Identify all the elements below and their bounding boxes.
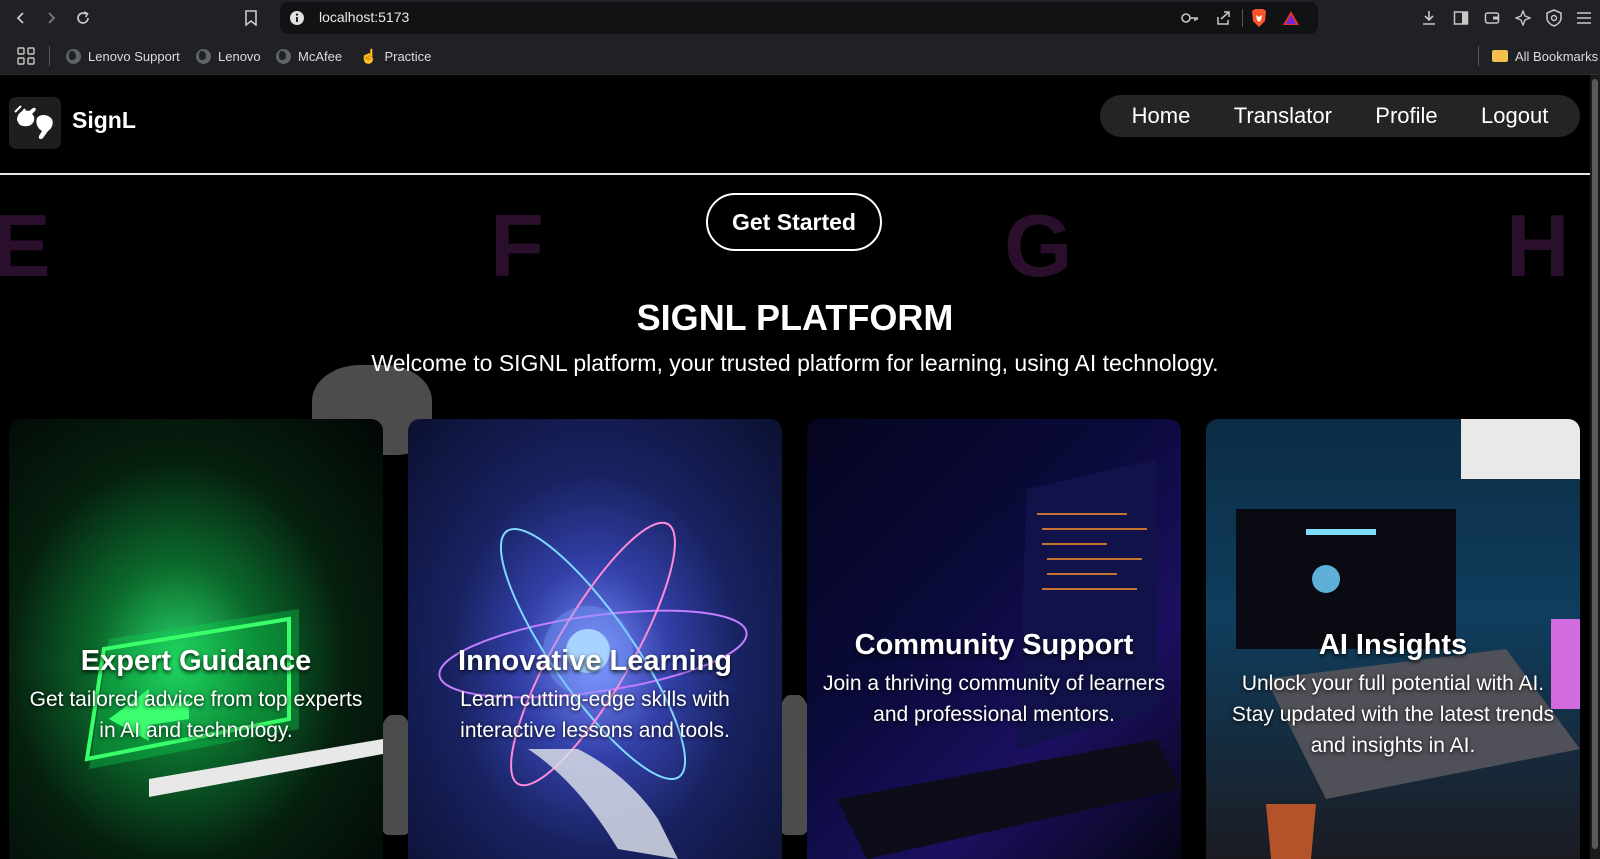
card-title: Expert Guidance [80, 645, 312, 677]
bg-letter: G [1004, 196, 1073, 295]
page-content: E F G H SignL Home Translator Profile Lo… [0, 75, 1590, 859]
nav-translator[interactable]: Translator [1226, 103, 1340, 129]
address-bar[interactable]: localhost:5173 [280, 2, 1318, 34]
globe-icon [196, 48, 211, 64]
card-title: AI Insights [1318, 629, 1468, 661]
get-started-button[interactable]: Get Started [706, 193, 882, 251]
card-title: Community Support [854, 629, 1134, 661]
brand-name[interactable]: SignL [72, 107, 136, 134]
wallet-icon[interactable] [1483, 9, 1501, 27]
key-icon[interactable] [1180, 9, 1200, 27]
globe-icon [276, 48, 291, 64]
nav-home[interactable]: Home [1124, 103, 1199, 129]
bookmark-practice[interactable]: ☝ Practice [360, 45, 431, 67]
bookmark-label: Lenovo Support [88, 48, 180, 64]
card-body: AI Insights Unlock your full potential w… [1206, 629, 1580, 761]
divider [1242, 9, 1243, 27]
vpn-icon[interactable] [1545, 9, 1563, 27]
page-title: SIGNL PLATFORM [636, 297, 954, 338]
all-bookmarks-label: All Bookmarks [1515, 48, 1599, 64]
share-icon[interactable] [1213, 9, 1233, 27]
bookmarks-bar: Lenovo Support Lenovo McAfee ☝ Practice … [0, 37, 1600, 75]
card-title: Innovative Learning [458, 645, 732, 677]
bookmark-label: McAfee [298, 48, 343, 64]
bookmark-mcafee[interactable]: McAfee [276, 45, 342, 67]
bookmark-label: Practice [384, 48, 432, 64]
url-text[interactable]: localhost:5173 [319, 9, 409, 25]
nav-profile[interactable]: Profile [1367, 103, 1445, 129]
bg-letter: H [1506, 196, 1570, 295]
extensions-icon[interactable] [1514, 9, 1532, 27]
info-icon[interactable] [289, 10, 305, 26]
apps-grid-icon[interactable] [16, 46, 36, 66]
bookmark-lenovo-support[interactable]: Lenovo Support [66, 45, 180, 67]
browser-toolbar: localhost:5173 [0, 0, 1600, 37]
bookmark-icon[interactable] [240, 7, 262, 29]
bg-letter: E [0, 196, 51, 295]
main-nav: Home Translator Profile Logout [1100, 95, 1580, 137]
card-body: Expert Guidance Get tailored advice from… [9, 645, 383, 746]
feature-card-expert-guidance[interactable]: Expert Guidance Get tailored advice from… [9, 419, 383, 859]
bg-letter: F [490, 196, 544, 295]
page-scrollbar[interactable] [1590, 75, 1600, 859]
atom-image [438, 521, 748, 859]
reload-icon[interactable] [72, 7, 94, 29]
logo[interactable] [9, 97, 61, 149]
bookmark-lenovo[interactable]: Lenovo [196, 45, 261, 67]
exit-sign-image [84, 609, 383, 797]
divider [1478, 46, 1479, 66]
divider [49, 46, 50, 66]
forward-icon[interactable] [40, 7, 62, 29]
bookmark-label: Lenovo [218, 48, 261, 64]
card-description: Unlock your full potential with AI. Stay… [1231, 672, 1555, 757]
globe-icon [66, 48, 81, 64]
card-body: Innovative Learning Learn cutting-edge s… [408, 645, 782, 746]
card-description: Get tailored advice from top experts in … [29, 688, 363, 742]
download-icon[interactable] [1420, 9, 1438, 27]
site-header: SignL Home Translator Profile Logout [0, 75, 1590, 175]
pointer-hand-icon: ☝ [360, 47, 378, 64]
sidebar-icon[interactable] [1452, 9, 1470, 27]
card-body: Community Support Join a thriving commun… [807, 629, 1181, 730]
sign-hand-icon [14, 105, 53, 140]
feature-card-innovative-learning[interactable]: Innovative Learning Learn cutting-edge s… [408, 419, 782, 859]
folder-icon [1492, 50, 1508, 62]
brave-shield-icon[interactable] [1249, 8, 1269, 28]
nav-logout[interactable]: Logout [1473, 103, 1556, 129]
card-description: Learn cutting-edge skills with interacti… [460, 688, 730, 742]
menu-icon[interactable] [1575, 9, 1593, 27]
feature-card-ai-insights[interactable]: AI Insights Unlock your full potential w… [1206, 419, 1580, 859]
scrollbar-thumb[interactable] [1592, 79, 1598, 849]
card-description: Join a thriving community of learners an… [823, 672, 1165, 726]
brave-rewards-icon[interactable] [1281, 9, 1301, 27]
feature-card-community-support[interactable]: Community Support Join a thriving commun… [807, 419, 1181, 859]
page-subtitle: Welcome to SIGNL platform, your trusted … [371, 350, 1219, 376]
back-icon[interactable] [10, 7, 32, 29]
all-bookmarks[interactable]: All Bookmarks [1492, 45, 1598, 67]
